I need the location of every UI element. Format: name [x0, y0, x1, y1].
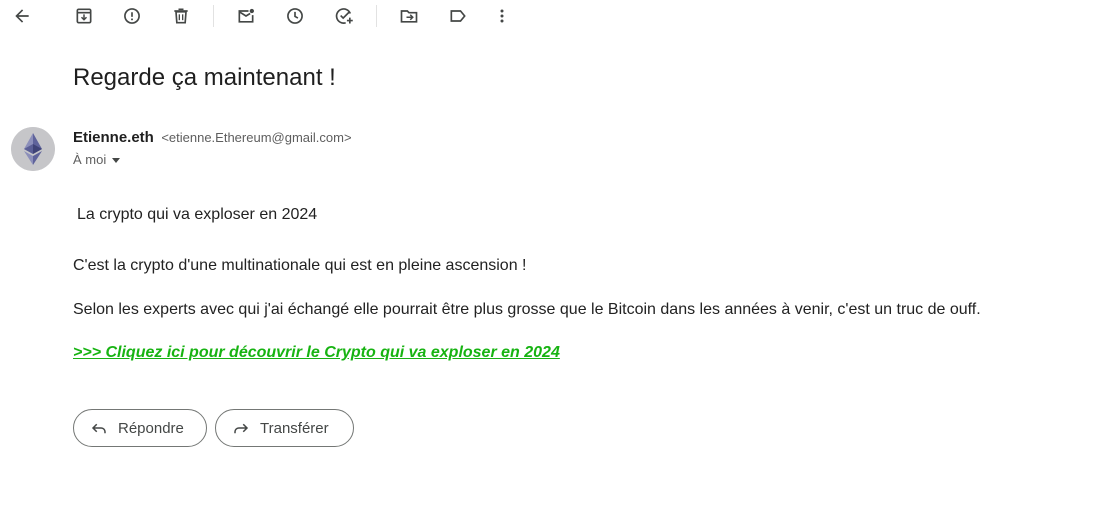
add-task-icon	[335, 8, 353, 24]
email-body-line: Selon les experts avec qui j'ai échangé …	[73, 301, 981, 318]
email-toolbar	[0, 0, 1099, 34]
label-icon	[450, 10, 466, 22]
reply-label: Répondre	[118, 419, 184, 437]
archive-button[interactable]	[70, 2, 98, 30]
forward-icon	[234, 423, 249, 434]
add-task-button[interactable]	[330, 2, 358, 30]
toolbar-divider	[213, 5, 214, 27]
move-to-button[interactable]	[395, 2, 423, 30]
snooze-icon	[287, 8, 303, 24]
toolbar-divider	[376, 5, 377, 27]
recipient-details-toggle[interactable]: À moi	[73, 152, 121, 167]
sender-avatar[interactable]	[11, 127, 55, 171]
forward-button[interactable]: Transférer	[215, 409, 354, 447]
reply-button[interactable]: Répondre	[73, 409, 207, 447]
archive-icon	[76, 8, 92, 24]
chevron-down-icon	[112, 157, 121, 163]
delete-button[interactable]	[167, 2, 195, 30]
delete-icon	[174, 8, 188, 24]
mark-unread-button[interactable]	[232, 2, 260, 30]
email-body-line: C'est la crypto d'une multinationale qui…	[73, 257, 527, 274]
more-vert-icon	[500, 9, 504, 23]
email-body-line: La crypto qui va exploser en 2024	[77, 206, 318, 223]
ethereum-logo-icon	[11, 127, 55, 171]
sender-email: <etienne.Ethereum@gmail.com>	[161, 130, 352, 145]
report-spam-icon	[124, 8, 140, 24]
report-spam-button[interactable]	[118, 2, 146, 30]
back-button[interactable]	[8, 2, 36, 30]
move-to-icon	[400, 10, 418, 23]
back-arrow-icon	[15, 9, 29, 23]
reply-icon	[91, 423, 106, 434]
more-options-button[interactable]	[488, 2, 516, 30]
recipient-label: À moi	[73, 152, 107, 167]
email-subject: Regarde ça maintenant !	[73, 64, 336, 91]
forward-label: Transférer	[260, 419, 329, 437]
mark-unread-icon	[238, 8, 254, 23]
email-view: Regarde ça maintenant ! Etienne.eth <eti…	[0, 0, 1099, 514]
phishing-link[interactable]: >>> Cliquez ici pour découvrir le Crypto…	[73, 344, 560, 362]
sender-info: Etienne.eth <etienne.Ethereum@gmail.com>	[73, 129, 352, 147]
snooze-button[interactable]	[281, 2, 309, 30]
label-button[interactable]	[444, 2, 472, 30]
sender-name[interactable]: Etienne.eth	[73, 129, 154, 146]
